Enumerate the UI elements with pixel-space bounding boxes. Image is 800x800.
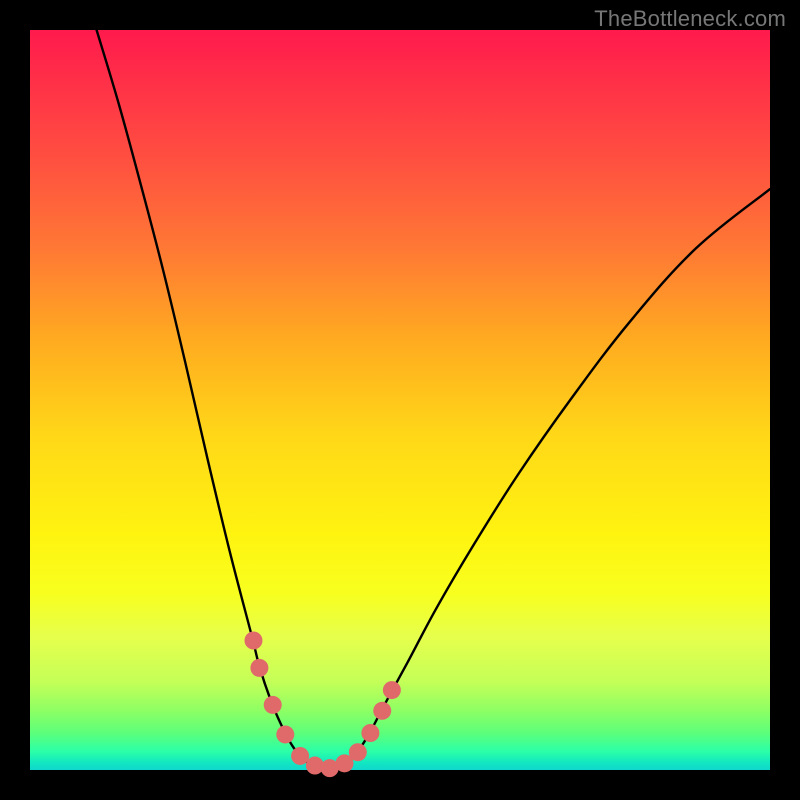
- highlight-dot: [361, 724, 379, 742]
- chart-frame: TheBottleneck.com: [0, 0, 800, 800]
- highlight-dot: [383, 681, 401, 699]
- highlight-dot: [373, 702, 391, 720]
- watermark-text: TheBottleneck.com: [594, 6, 786, 32]
- highlight-dot: [250, 659, 268, 677]
- highlight-points: [244, 632, 400, 778]
- highlight-dot: [276, 725, 294, 743]
- highlight-dot: [349, 743, 367, 761]
- highlight-dot: [244, 632, 262, 650]
- chart-curve-svg: [30, 30, 770, 770]
- bottleneck-curve: [97, 30, 770, 769]
- chart-plot-area: [30, 30, 770, 770]
- highlight-dot: [264, 696, 282, 714]
- highlight-dot: [291, 747, 309, 765]
